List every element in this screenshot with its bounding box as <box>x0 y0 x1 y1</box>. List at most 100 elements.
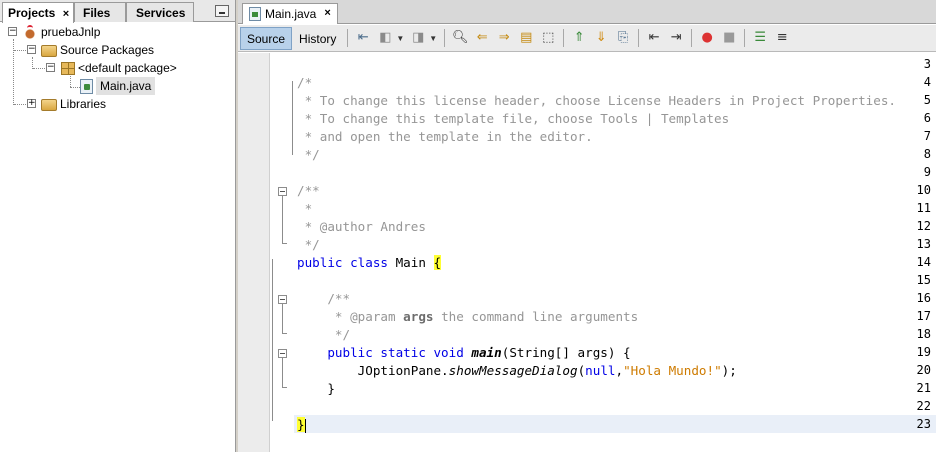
matching-brace: { <box>433 255 442 270</box>
code-editor[interactable]: 3 4 5 6 7 8 9 10 11 12 13 14 15 16 17 18… <box>238 53 936 452</box>
toolbar-separator <box>744 29 746 47</box>
find-selection-icon[interactable] <box>517 29 535 47</box>
line-number: 16 <box>916 291 931 305</box>
previous-bookmark-icon[interactable] <box>570 29 588 47</box>
line-number: 17 <box>916 309 931 323</box>
code-line: /* <box>297 75 313 90</box>
record-macro-icon[interactable] <box>698 29 716 47</box>
line-number: 4 <box>923 75 931 89</box>
tree-item-project[interactable]: pruebaJnlp <box>22 23 100 41</box>
editor-panel: Main.java × Source History ▼ ▼ 3 <box>238 0 936 452</box>
code-keyword: null <box>585 363 616 378</box>
toggle-highlight-icon[interactable] <box>539 29 557 47</box>
code-line: * @param args the command line arguments <box>297 308 638 326</box>
line-number: 11 <box>916 201 931 215</box>
find-previous-icon[interactable] <box>473 29 491 47</box>
code-line: */ <box>297 147 320 162</box>
line-number: 12 <box>916 219 931 233</box>
code-text: JOptionPane. <box>297 363 449 378</box>
minimize-icon[interactable] <box>215 5 229 17</box>
shift-right-icon[interactable] <box>667 29 685 47</box>
code-keyword: public static void <box>297 345 472 360</box>
close-icon[interactable]: × <box>63 8 69 20</box>
line-number: 23 <box>916 417 931 431</box>
tree-item-libraries[interactable]: Libraries <box>41 95 106 113</box>
fold-guide <box>282 196 283 241</box>
uncomment-icon[interactable] <box>773 29 791 47</box>
code-method: showMessageDialog <box>448 363 578 378</box>
find-icon[interactable] <box>451 29 469 47</box>
projects-panel: Projects × Files Services − pruebaJnlp −… <box>0 0 236 452</box>
code-string: "Hola Mundo!" <box>623 363 722 378</box>
tree-connector <box>70 76 71 87</box>
tab-services[interactable]: Services <box>126 2 194 22</box>
comment-icon[interactable] <box>751 29 769 47</box>
code-line: * To change this template file, choose T… <box>297 111 730 126</box>
code-line: public static void main(String[] args) { <box>297 344 630 362</box>
tree-item-source-packages[interactable]: Source Packages <box>41 41 154 59</box>
fold-icon[interactable] <box>278 349 287 358</box>
tab-services-label: Services <box>136 6 186 20</box>
back-icon[interactable] <box>376 29 394 47</box>
project-icon <box>22 24 38 40</box>
fold-end <box>282 238 287 244</box>
next-bookmark-icon[interactable] <box>592 29 610 47</box>
line-number: 14 <box>916 255 931 269</box>
tree-connector <box>14 104 26 105</box>
tree-item-default-package[interactable]: <default package> <box>61 59 177 77</box>
tree-item-label: <default package> <box>78 61 177 75</box>
fold-column <box>271 53 293 452</box>
close-icon[interactable]: × <box>324 7 330 19</box>
fold-icon[interactable] <box>278 295 287 304</box>
find-next-icon[interactable] <box>495 29 513 47</box>
line-number: 8 <box>923 147 931 161</box>
toggle-bookmark-icon[interactable] <box>614 29 632 47</box>
tab-files-label: Files <box>83 6 111 20</box>
code-param: args <box>403 309 434 324</box>
last-edit-icon[interactable] <box>354 29 372 47</box>
code-text: the command line arguments <box>433 309 639 324</box>
panel-tabs: Projects × Files Services <box>0 0 235 23</box>
fold-end <box>282 328 287 334</box>
folder-icon <box>41 99 57 111</box>
current-line-highlight <box>294 415 936 433</box>
toolbar-separator <box>638 29 640 47</box>
code-line: /** <box>297 291 351 306</box>
tab-main-java[interactable]: Main.java × <box>242 3 338 24</box>
tree-item-label: pruebaJnlp <box>41 25 101 39</box>
fold-guide <box>272 259 273 421</box>
expand-icon[interactable]: + <box>27 99 36 108</box>
code-method: main <box>471 345 502 360</box>
code-text: * @param <box>297 309 404 324</box>
code-keyword: public class <box>297 255 388 270</box>
tab-files[interactable]: Files <box>74 2 126 22</box>
code-text: , <box>615 363 624 378</box>
line-number-gutter <box>238 53 270 452</box>
java-file-icon <box>249 7 261 21</box>
fold-icon[interactable] <box>278 187 287 196</box>
code-text: Main <box>388 255 434 270</box>
history-button[interactable]: History <box>292 27 343 50</box>
stop-macro-icon[interactable] <box>720 29 738 47</box>
forward-icon[interactable] <box>409 29 427 47</box>
dropdown-icon[interactable]: ▼ <box>396 34 404 43</box>
line-number: 13 <box>916 237 931 251</box>
line-number: 15 <box>916 273 931 287</box>
tree-connector <box>70 87 80 88</box>
line-number: 10 <box>916 183 931 197</box>
tree-item-main-java[interactable]: Main.java <box>80 77 156 95</box>
tree-item-label: Libraries <box>60 97 107 111</box>
text-caret <box>304 418 306 433</box>
line-number: 5 <box>923 93 931 107</box>
collapse-icon[interactable]: − <box>46 63 55 72</box>
fold-guide <box>292 81 293 155</box>
tab-projects-label: Projects <box>8 6 56 20</box>
tab-projects[interactable]: Projects × <box>2 2 74 23</box>
collapse-icon[interactable]: − <box>27 45 36 54</box>
line-number: 19 <box>916 345 931 359</box>
source-button[interactable]: Source <box>240 26 293 50</box>
dropdown-icon[interactable]: ▼ <box>429 34 437 43</box>
code-line: } <box>297 416 306 434</box>
collapse-icon[interactable]: − <box>8 27 17 36</box>
shift-left-icon[interactable] <box>645 29 663 47</box>
